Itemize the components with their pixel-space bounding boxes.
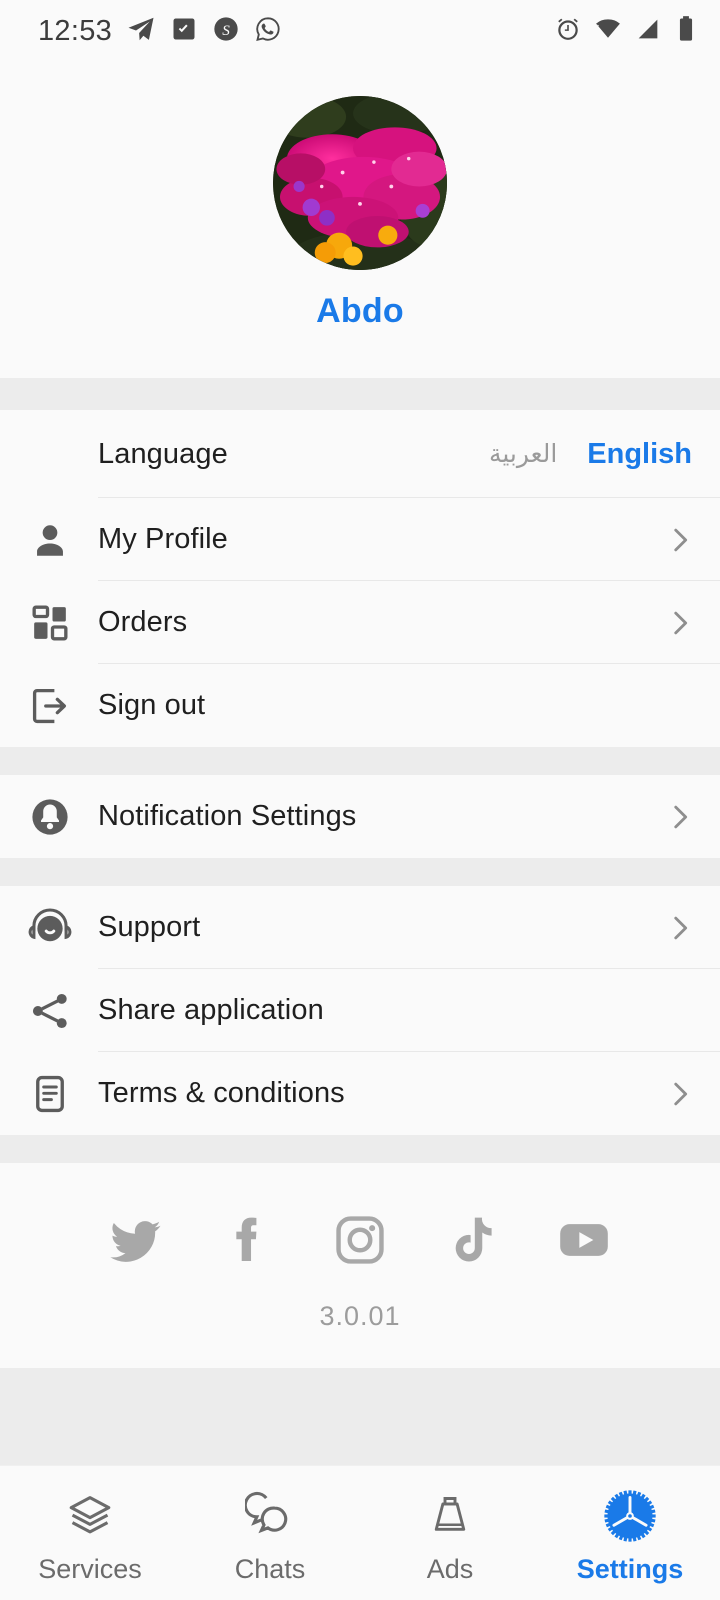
notifications-card: Notification Settings — [0, 775, 720, 858]
chevron-right-icon — [640, 911, 720, 945]
chevron-right-icon — [640, 800, 720, 834]
menu-item-support[interactable]: Support — [0, 886, 720, 969]
nav-item-settings[interactable]: Settings — [540, 1466, 720, 1600]
headset-support-icon — [16, 905, 84, 951]
share-icon — [16, 989, 84, 1033]
menu-item-orders[interactable]: Orders — [0, 581, 720, 664]
instagram-icon[interactable] — [329, 1209, 391, 1271]
language-option-english[interactable]: English — [587, 438, 692, 471]
bottom-filler — [0, 1368, 720, 1465]
whatsapp-icon — [254, 15, 282, 48]
status-bar-left: 12:53 S — [38, 14, 282, 49]
language-options: العربية English — [489, 438, 720, 471]
menu-item-terms-conditions[interactable]: Terms & conditions — [0, 1052, 720, 1135]
chevron-right-icon — [640, 523, 720, 557]
dashboard-grid-icon — [16, 603, 84, 643]
menu-item-label: Sign out — [98, 689, 206, 721]
avatar-flower-image — [273, 96, 447, 270]
wifi-icon — [594, 15, 622, 48]
bottom-navigation: Services Chats Ads Settings — [0, 1465, 720, 1600]
menu-item-my-profile[interactable]: My Profile — [0, 498, 720, 581]
section-divider-3 — [0, 858, 720, 886]
menu-item-label: Support — [98, 911, 201, 943]
nav-item-chats[interactable]: Chats — [180, 1466, 360, 1600]
facebook-icon[interactable] — [217, 1209, 279, 1271]
twitter-icon[interactable] — [105, 1209, 167, 1271]
skype-icon: S — [212, 15, 240, 48]
profile-header: Abdo — [0, 62, 720, 378]
chevron-right-icon — [640, 606, 720, 640]
section-divider-4 — [0, 1135, 720, 1163]
menu-item-label: Orders — [98, 606, 188, 638]
status-bar-right — [554, 15, 698, 48]
bell-icon — [16, 795, 84, 839]
cellular-signal-icon — [634, 15, 662, 48]
layers-icon — [65, 1488, 115, 1544]
avatar[interactable] — [273, 96, 447, 270]
nav-item-label: Settings — [576, 1553, 684, 1584]
status-bar: 12:53 S — [0, 0, 720, 62]
nav-item-label: Ads — [426, 1553, 474, 1584]
youtube-icon[interactable] — [553, 1209, 615, 1271]
account-card: Language العربية English My Profile Orde… — [0, 410, 720, 747]
menu-item-share-application[interactable]: Share application — [0, 969, 720, 1052]
screenshot-icon — [170, 15, 198, 48]
profile-username: Abdo — [316, 292, 404, 330]
chat-bubbles-icon — [245, 1488, 295, 1544]
menu-item-label: Terms & conditions — [98, 1077, 345, 1109]
social-links — [0, 1209, 720, 1271]
svg-text:S: S — [222, 21, 230, 38]
menu-item-sign-out[interactable]: Sign out — [0, 664, 720, 747]
info-card: Support Share application Terms & condit… — [0, 886, 720, 1135]
nav-item-label: Services — [38, 1553, 142, 1584]
menu-item-label: Share application — [98, 994, 324, 1026]
sign-out-icon — [16, 685, 84, 727]
nav-item-ads[interactable]: Ads — [360, 1466, 540, 1600]
nav-item-services[interactable]: Services — [0, 1466, 180, 1600]
gear-icon — [603, 1488, 657, 1544]
language-label: Language — [98, 437, 228, 470]
document-icon — [16, 1073, 84, 1115]
menu-item-notification-settings[interactable]: Notification Settings — [0, 775, 720, 858]
section-divider-1 — [0, 378, 720, 410]
battery-icon — [674, 15, 698, 48]
menu-item-label: Notification Settings — [98, 800, 357, 832]
language-option-arabic[interactable]: العربية — [489, 439, 557, 469]
bag-icon — [425, 1488, 475, 1544]
alarm-icon — [554, 15, 582, 48]
language-row: Language العربية English — [0, 410, 720, 498]
nav-item-label: Chats — [234, 1553, 306, 1584]
telegram-icon — [126, 14, 156, 49]
section-divider-2 — [0, 747, 720, 775]
person-icon — [16, 519, 84, 561]
chevron-right-icon — [640, 1077, 720, 1111]
status-bar-clock: 12:53 — [38, 14, 113, 47]
menu-item-label: My Profile — [98, 523, 228, 555]
settings-screen: 12:53 S Abdo Language العربية English My… — [0, 0, 720, 1600]
social-section: 3.0.01 — [0, 1163, 720, 1368]
tiktok-icon[interactable] — [441, 1209, 503, 1271]
app-version: 3.0.01 — [319, 1301, 401, 1331]
